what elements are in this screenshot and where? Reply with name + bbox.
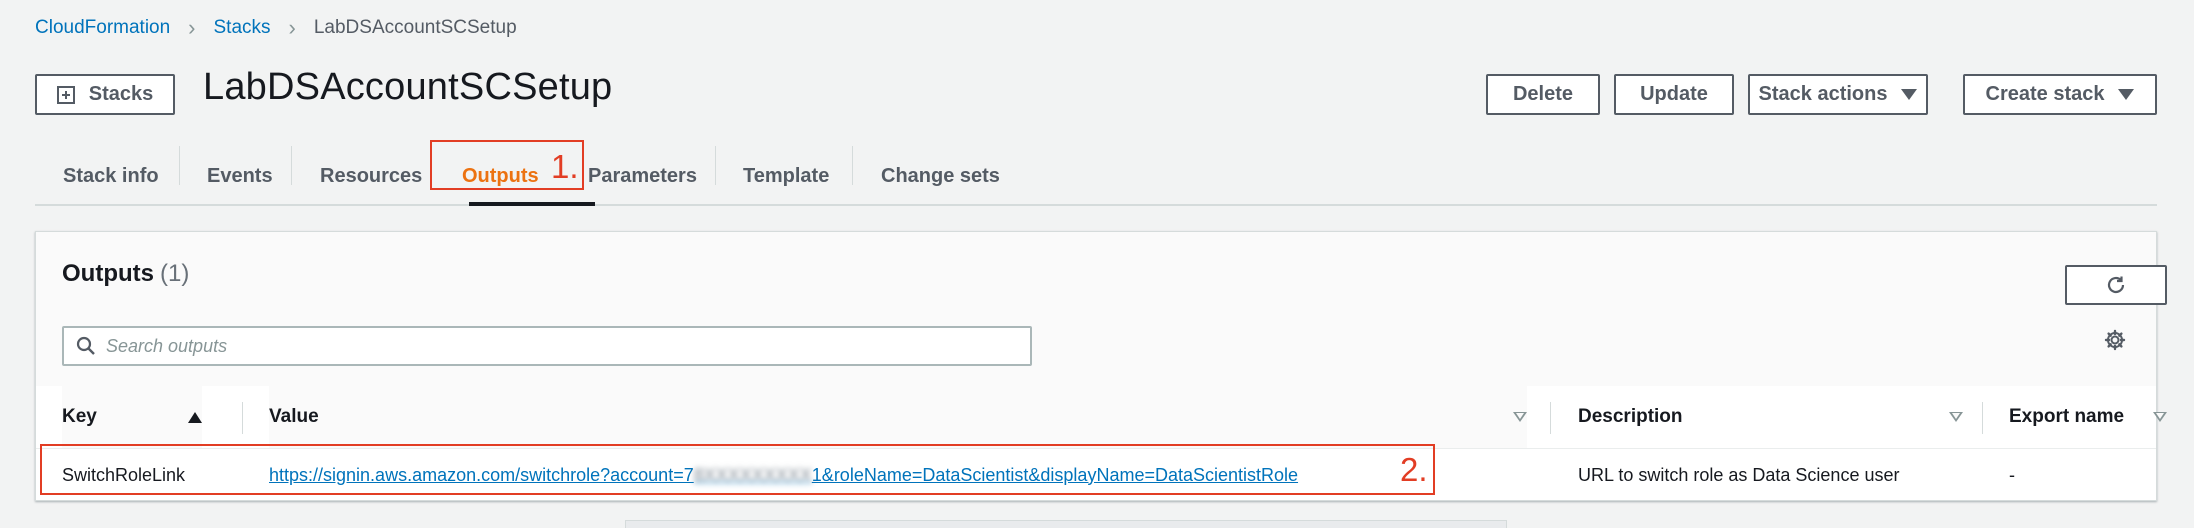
search-input[interactable]: [106, 335, 1030, 357]
delete-button-label: Delete: [1512, 83, 1574, 105]
tab-label: Parameters: [588, 164, 697, 187]
expand-panel-icon: [56, 85, 75, 104]
sort-icon: [1949, 412, 1963, 422]
tab-change-sets[interactable]: Change sets: [881, 146, 1000, 206]
output-export-name-cell: -: [1973, 449, 2015, 501]
tab-events[interactable]: Events: [207, 146, 273, 206]
sort-ascending-icon: [188, 411, 202, 423]
tab-stack-info[interactable]: Stack info: [63, 146, 159, 206]
outputs-count: (1): [159, 260, 190, 287]
tab-label: Events: [207, 164, 273, 187]
column-header-label: Export name: [2009, 406, 2125, 427]
tab-divider: [291, 146, 292, 185]
create-stack-label: Create stack: [1985, 83, 2105, 105]
stacks-toggle-label: Stacks: [88, 83, 154, 105]
tab-divider: [715, 146, 716, 185]
gear-icon[interactable]: [2104, 329, 2126, 351]
column-header-label: Description: [1578, 406, 1683, 427]
tab-label: Resources: [320, 164, 423, 187]
panel-title: Outputs (1): [62, 260, 189, 288]
breadcrumb-cloudformation[interactable]: CloudFormation: [35, 17, 170, 39]
update-button-label: Update: [1640, 83, 1708, 105]
caret-down-icon: [1901, 89, 1918, 100]
tab-label: Change sets: [881, 164, 1000, 187]
output-description: URL to switch role as Data Science user: [1578, 464, 1900, 485]
sort-icon: [2153, 412, 2167, 422]
stacks-toggle-button[interactable]: Stacks: [35, 74, 175, 115]
annotation-label-1: 1.: [551, 148, 579, 185]
sort-icon: [1513, 412, 1527, 422]
search-icon: [76, 336, 95, 355]
chevron-right-icon: ›: [288, 15, 296, 40]
refresh-icon: [2107, 276, 2125, 294]
caret-down-icon: [2118, 89, 2135, 100]
tab-divider: [852, 146, 853, 185]
tab-label: Stack info: [63, 164, 159, 187]
annotation-box-2: [40, 444, 1435, 495]
update-button[interactable]: Update: [1614, 74, 1734, 115]
breadcrumb: CloudFormation › Stacks › LabDSAccountSC…: [35, 14, 517, 42]
active-tab-indicator: [469, 202, 595, 206]
output-description-cell: URL to switch role as Data Science user: [1541, 449, 1899, 501]
search-outputs-field[interactable]: [62, 326, 1032, 366]
refresh-button[interactable]: [2065, 265, 2167, 305]
column-header-description[interactable]: Description: [1541, 386, 1963, 448]
page-title: LabDSAccountSCSetup: [203, 66, 613, 108]
annotation-label-2: 2.: [1400, 451, 1428, 488]
breadcrumb-current: LabDSAccountSCSetup: [313, 17, 517, 38]
output-export-name: -: [2009, 464, 2015, 485]
delete-button[interactable]: Delete: [1486, 74, 1600, 115]
tab-divider: [179, 146, 180, 185]
column-divider[interactable]: [242, 402, 243, 434]
tab-template[interactable]: Template: [743, 146, 829, 206]
stack-actions-label: Stack actions: [1758, 83, 1888, 105]
column-header-label: Key: [62, 406, 97, 427]
stack-actions-button[interactable]: Stack actions: [1748, 74, 1928, 115]
breadcrumb-stacks[interactable]: Stacks: [214, 17, 271, 39]
column-header-key[interactable]: Key: [62, 386, 202, 448]
column-header-export-name[interactable]: Export name: [1973, 386, 2167, 448]
chevron-right-icon: ›: [188, 15, 196, 40]
column-header-value[interactable]: Value: [269, 386, 1527, 448]
horizontal-scrollbar[interactable]: [625, 520, 1507, 528]
panel-title-text: Outputs: [62, 260, 154, 287]
create-stack-button[interactable]: Create stack: [1963, 74, 2157, 115]
tab-bar: Stack info Events Resources Outputs Para…: [35, 146, 2157, 206]
tab-label: Template: [743, 164, 830, 187]
tab-resources[interactable]: Resources: [320, 146, 422, 206]
tab-parameters[interactable]: Parameters: [588, 146, 697, 206]
column-header-label: Value: [269, 406, 319, 427]
